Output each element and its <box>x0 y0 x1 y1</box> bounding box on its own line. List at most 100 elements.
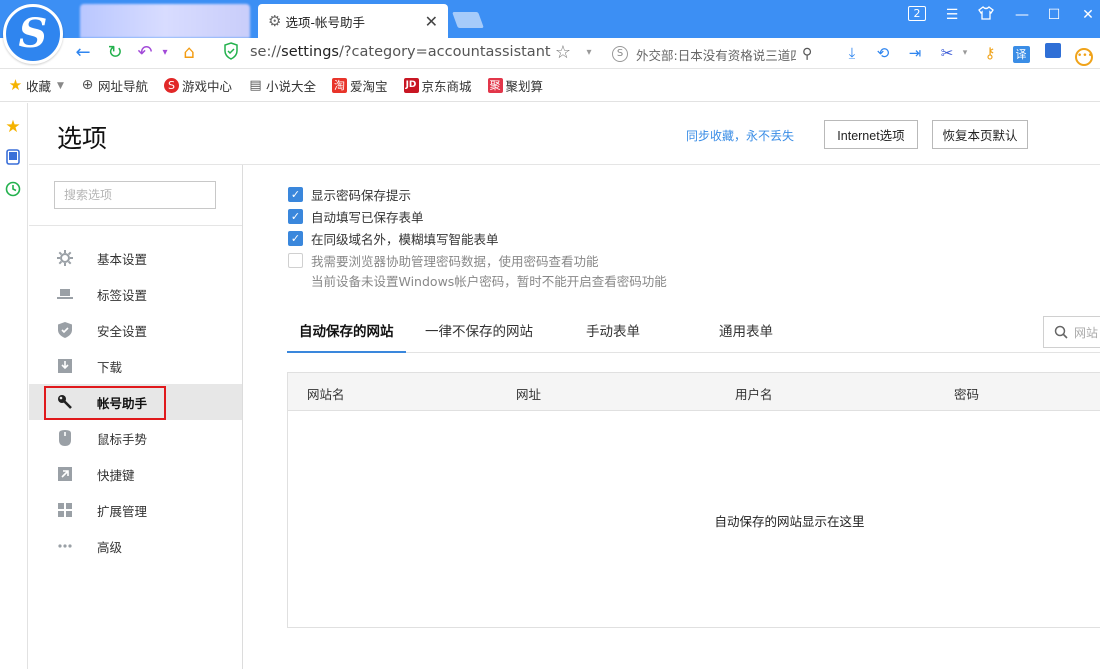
option-password-manager: 我需要浏览器协助管理密码数据，使用密码查看功能 <box>288 251 599 270</box>
tab-never-saved-sites[interactable]: 一律不保存的网站 <box>425 316 533 353</box>
option-label: 在同级域名外，模糊填写智能表单 <box>311 232 499 247</box>
page-title: 选项 <box>57 124 108 153</box>
tab-common-forms[interactable]: 通用表单 <box>719 316 773 353</box>
translate-icon[interactable]: 译 <box>1011 42 1031 64</box>
tab-auto-saved-sites[interactable]: 自动保存的网站 <box>287 316 406 353</box>
password-view-note: 当前设备未设置Windows帐户密码，暂时不能开启查看密码功能 <box>311 274 667 289</box>
sidebar-item-account[interactable]: 帐号助手 <box>29 384 242 420</box>
scissors-dropdown-icon[interactable]: ▾ <box>955 42 975 64</box>
more-icon <box>56 537 74 555</box>
window-count-badge[interactable]: 2 <box>908 6 926 21</box>
search-engine-icon[interactable]: S <box>612 46 628 62</box>
tablet-icon[interactable] <box>3 149 23 169</box>
column-username[interactable]: 用户名 <box>735 384 773 403</box>
sidebar-item-advanced[interactable]: 高级 <box>29 528 242 564</box>
column-password[interactable]: 密码 <box>954 384 979 403</box>
bookmark-label: 收藏 <box>26 79 52 94</box>
empty-state-message: 自动保存的网站显示在这里 <box>714 514 865 529</box>
checkbox-checked[interactable]: ✓ <box>288 209 303 224</box>
bookmark-jd[interactable]: JD 京东商城 <box>403 76 472 95</box>
sync-link[interactable]: 同步收藏，永不丢失 <box>686 127 794 144</box>
bookmark-nav[interactable]: ⊕ 网址导航 <box>80 76 148 95</box>
option-label: 我需要浏览器协助管理密码数据，使用密码查看功能 <box>311 254 599 269</box>
option-fuzzy-fill[interactable]: ✓ 在同级域名外，模糊填写智能表单 <box>288 229 499 248</box>
sidebar-item-shortcuts[interactable]: 快捷键 <box>29 456 242 492</box>
undo-dropdown-icon[interactable]: ▾ <box>154 42 176 64</box>
sidebar-item-label: 下载 <box>97 359 123 375</box>
sidebar-item-basic[interactable]: 基本设置 <box>29 240 242 276</box>
sidebar-item-label: 帐号助手 <box>97 395 148 411</box>
more-menu-icon[interactable]: ••• <box>1074 42 1094 66</box>
gear-icon <box>56 249 74 267</box>
chevron-down-icon: ▼ <box>57 80 64 91</box>
checkbox-checked[interactable]: ✓ <box>288 231 303 246</box>
menu-icon[interactable]: ☰ <box>942 6 962 24</box>
search-icon[interactable]: ⚲ <box>802 46 812 62</box>
taobao-icon: 淘 <box>331 78 347 93</box>
checkbox-disabled <box>288 253 303 268</box>
bookmark-novels[interactable]: ▤ 小说大全 <box>248 76 316 95</box>
bookmarks-bar: ★ 收藏 ▼ ⊕ 网址导航 S 游戏中心 ▤ 小说大全 淘 爱淘宝 JD 京东商… <box>0 70 1100 102</box>
login-icon[interactable]: ⇥ <box>905 42 925 64</box>
jd-icon: JD <box>403 78 419 93</box>
sidebar-item-extensions[interactable]: 扩展管理 <box>29 492 242 528</box>
undo-icon[interactable]: ↶ <box>134 42 156 64</box>
option-autofill-forms[interactable]: ✓ 自动填写已保存表单 <box>288 207 424 226</box>
site-filter-input[interactable]: 网站 <box>1043 316 1100 348</box>
url-scheme: se:// <box>250 44 282 60</box>
sidebar-item-label: 安全设置 <box>97 323 148 339</box>
sidebar-item-mouse[interactable]: 鼠标手势 <box>29 420 242 456</box>
shortcut-icon <box>56 465 74 483</box>
sidebar-item-label: 基本设置 <box>97 251 148 267</box>
scissors-icon[interactable]: ✂ <box>937 42 957 64</box>
settings-sidebar: 基本设置 标签设置 安全设置 下载 帐号助手 鼠标手势 快捷键 扩展管理 高级 <box>29 165 243 669</box>
sidebar-item-label: 快捷键 <box>97 467 135 483</box>
minimize-icon[interactable]: — <box>1012 6 1032 24</box>
download-arrow-icon[interactable]: ⤓ <box>842 42 862 64</box>
option-show-password-prompt[interactable]: ✓ 显示密码保存提示 <box>288 185 411 204</box>
translate-sync-icon[interactable]: ⟲ <box>873 42 893 64</box>
skin-icon[interactable] <box>976 6 996 24</box>
gear-icon: ⚙ <box>268 12 282 30</box>
bookmark-games[interactable]: S 游戏中心 <box>163 76 232 95</box>
url-dropdown-icon[interactable]: ▾ <box>578 42 600 64</box>
sidebar-item-tabs[interactable]: 标签设置 <box>29 276 242 312</box>
settings-search-input[interactable] <box>54 181 216 209</box>
back-arrow-icon[interactable]: ← <box>72 42 94 64</box>
column-site-name[interactable]: 网站名 <box>307 384 345 403</box>
password-key-icon[interactable]: ⚷ <box>980 42 1000 64</box>
star-icon: ★ <box>8 76 23 94</box>
reader-icon[interactable] <box>1043 42 1063 64</box>
restore-defaults-button[interactable]: 恢复本页默认 <box>932 120 1028 149</box>
maximize-icon[interactable]: ☐ <box>1044 6 1064 24</box>
refresh-icon[interactable]: ↻ <box>104 42 126 64</box>
bookmark-label: 小说大全 <box>265 79 316 94</box>
close-tab-icon[interactable]: ✕ <box>425 12 438 31</box>
checkbox-checked[interactable]: ✓ <box>288 187 303 202</box>
tab-settings[interactable]: ⚙ 选项-帐号助手 ✕ <box>258 4 448 38</box>
download-icon <box>56 357 74 375</box>
column-url[interactable]: 网址 <box>516 384 541 403</box>
sidebar-item-security[interactable]: 安全设置 <box>29 312 242 348</box>
url-text[interactable]: se://settings/?category=accountassistant <box>250 44 551 60</box>
favorites-star-icon[interactable]: ★ <box>3 117 23 137</box>
option-label: 自动填写已保存表单 <box>311 210 424 225</box>
blurred-tab[interactable] <box>80 4 250 38</box>
key-icon <box>56 393 74 411</box>
bookmark-star-icon[interactable]: ☆ <box>552 42 574 64</box>
bookmark-favorites[interactable]: ★ 收藏 ▼ <box>8 76 64 95</box>
game-icon: S <box>163 78 179 93</box>
close-window-icon[interactable]: ✕ <box>1078 6 1098 24</box>
new-tab-button[interactable] <box>452 12 484 28</box>
history-clock-icon[interactable] <box>3 181 23 201</box>
home-icon[interactable]: ⌂ <box>178 42 200 64</box>
bookmark-taobao[interactable]: 淘 爱淘宝 <box>331 76 388 95</box>
tab-manual-forms[interactable]: 手动表单 <box>586 316 640 353</box>
bookmark-juhuasuan[interactable]: 聚 聚划算 <box>487 76 543 95</box>
side-panel-strip: ★ <box>0 103 28 669</box>
internet-options-button[interactable]: Internet选项 <box>824 120 918 149</box>
title-bar: ⚙ 选项-帐号助手 ✕ 2 ☰ — ☐ ✕ <box>0 0 1100 38</box>
search-box[interactable]: S 外交部:日本没有资格说三道四 ⚲ <box>612 43 834 65</box>
sidebar-item-download[interactable]: 下载 <box>29 348 242 384</box>
juhuasuan-icon: 聚 <box>487 78 503 93</box>
